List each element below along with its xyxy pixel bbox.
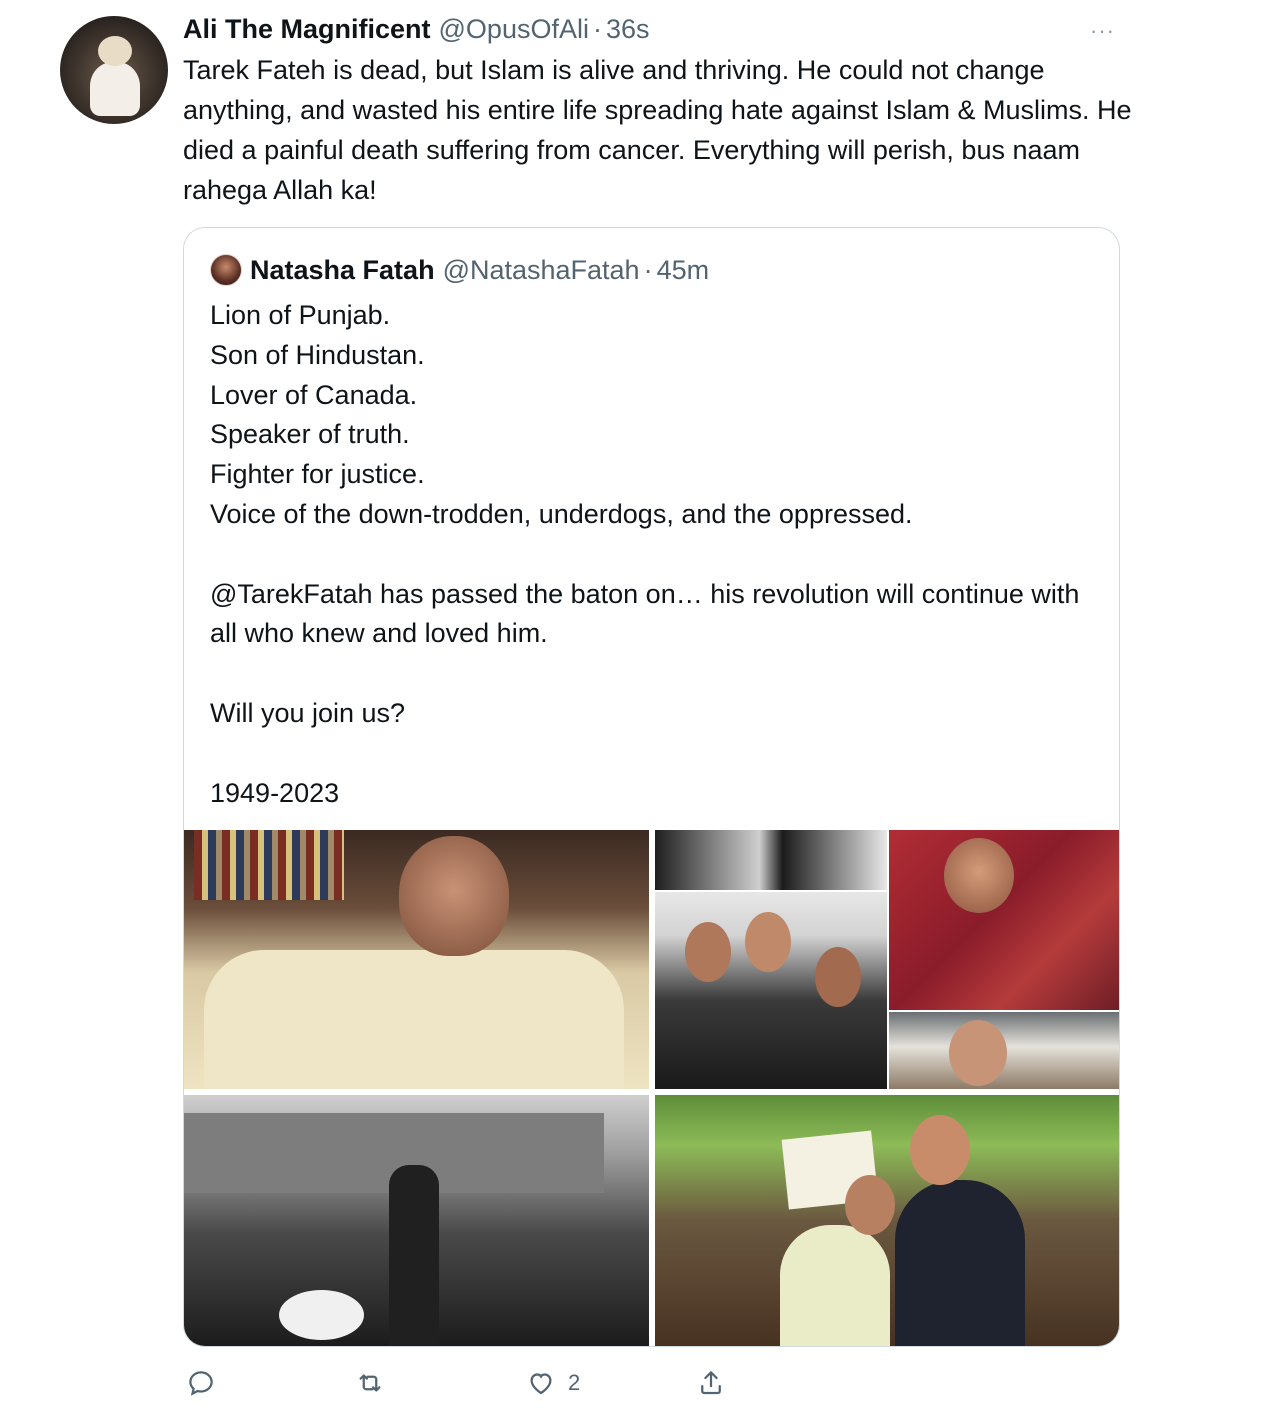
tweet-actions: 2 bbox=[183, 1368, 743, 1408]
quoted-tweet-header: Natasha Fatah @NatashaFatah · 45m bbox=[210, 252, 709, 288]
photo-cap bbox=[279, 1290, 364, 1340]
like-count: 2 bbox=[568, 1370, 581, 1395]
photo-collage-top[interactable] bbox=[655, 830, 887, 890]
tweet-text: Tarek Fateh is dead, but Islam is alive … bbox=[183, 55, 1132, 205]
quoted-line: Lion of Punjab. bbox=[210, 300, 391, 330]
share-button[interactable] bbox=[696, 1368, 726, 1398]
avatar-cat-head bbox=[98, 36, 132, 66]
quoted-line: Voice of the down-trodden, underdogs, an… bbox=[210, 498, 913, 529]
avatar[interactable] bbox=[60, 16, 168, 124]
tweet-header: Ali The Magnificent @OpusOfAli · 36s bbox=[183, 12, 650, 46]
photo-collage-hug[interactable] bbox=[889, 830, 1119, 1010]
photo-garden-couple[interactable] bbox=[655, 1095, 1119, 1346]
author-name[interactable]: Ali The Magnificent bbox=[183, 14, 431, 45]
photo-man bbox=[895, 1180, 1025, 1346]
quoted-author-name[interactable]: Natasha Fatah bbox=[250, 255, 435, 286]
share-icon bbox=[701, 1371, 721, 1395]
photo-bookshelf bbox=[194, 830, 344, 900]
retweet-icon bbox=[359, 1374, 381, 1392]
photo-face bbox=[815, 947, 861, 1007]
photo-face bbox=[845, 1175, 895, 1235]
photo-smiling-man-bookshelf[interactable] bbox=[184, 830, 649, 1089]
avatar-cat-body bbox=[90, 62, 140, 116]
photo-face bbox=[685, 922, 731, 982]
heart-icon bbox=[530, 1373, 552, 1395]
photo-shirt bbox=[204, 950, 624, 1089]
photo-face bbox=[399, 836, 509, 956]
photo-collage-group[interactable] bbox=[655, 892, 887, 1089]
tweet[interactable]: Ali The Magnificent @OpusOfAli · 36s ···… bbox=[0, 0, 1264, 1426]
quoted-paragraph: Will you join us? bbox=[210, 697, 406, 728]
quoted-avatar[interactable] bbox=[210, 254, 242, 286]
more-options-icon[interactable]: ··· bbox=[1090, 18, 1115, 44]
quoted-line: Fighter for justice. bbox=[210, 459, 425, 490]
retweet-button[interactable] bbox=[355, 1368, 385, 1398]
photo-face bbox=[910, 1115, 970, 1185]
quoted-line: Speaker of truth. bbox=[210, 419, 410, 450]
quoted-separator-dot: · bbox=[643, 254, 653, 285]
photo-woman bbox=[780, 1225, 890, 1346]
quoted-tweet-time[interactable]: 45m bbox=[657, 255, 710, 286]
photo-face bbox=[949, 1020, 1007, 1086]
quoted-line: Son of Hindustan. bbox=[210, 339, 425, 370]
separator-dot: · bbox=[592, 13, 602, 44]
reply-button[interactable] bbox=[186, 1368, 216, 1398]
photo-face bbox=[944, 838, 1014, 913]
photo-face bbox=[745, 912, 791, 972]
quoted-author-handle[interactable]: @NatashaFatah bbox=[443, 255, 640, 286]
media-grid bbox=[184, 830, 1119, 1346]
author-handle[interactable]: @OpusOfAli bbox=[439, 14, 589, 45]
quoted-tweet[interactable]: Natasha Fatah @NatashaFatah · 45m Lion o… bbox=[183, 227, 1120, 1347]
tweet-time[interactable]: 36s bbox=[606, 14, 650, 45]
like-button[interactable]: 2 bbox=[526, 1368, 580, 1398]
reply-icon bbox=[189, 1371, 213, 1396]
quoted-paragraph: @TarekFatah has passed the baton on… his… bbox=[210, 578, 1080, 649]
photo-figure bbox=[389, 1165, 439, 1345]
photo-collage-outdoor[interactable] bbox=[889, 1012, 1119, 1089]
quoted-tweet-lines: Lion of Punjab. Son of Hindustan. Lover … bbox=[210, 296, 1100, 813]
quoted-line: Lover of Canada. bbox=[210, 379, 418, 410]
photo-black-white-rally[interactable] bbox=[184, 1095, 649, 1346]
quoted-paragraph: 1949-2023 bbox=[210, 777, 340, 808]
